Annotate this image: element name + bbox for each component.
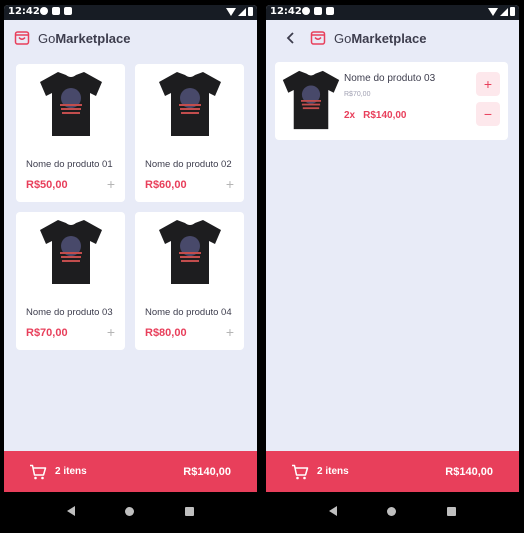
add-to-cart-icon[interactable]: +: [226, 177, 234, 191]
app-header: GoMarketplace: [266, 20, 519, 56]
app-title: GoMarketplace: [334, 30, 427, 46]
cart-total: R$140,00: [183, 465, 231, 478]
add-to-cart-icon[interactable]: +: [107, 177, 115, 191]
tshirt-image: [159, 220, 221, 284]
shopping-bag-icon: [310, 31, 326, 45]
signal-icon: [500, 7, 508, 16]
nav-home-icon[interactable]: [125, 506, 135, 516]
settings-status-icon: [40, 7, 48, 15]
signal-icon: [238, 7, 246, 16]
wifi-icon: [226, 7, 236, 16]
product-name: Nome do produto 02: [145, 159, 232, 170]
nav-back-icon[interactable]: [329, 506, 338, 516]
product-grid: Nome do produto 01 R$50,00 + Nome do pro…: [16, 64, 244, 350]
phone-cart: 12:42 GoMarketplace Nome do produto 03 R…: [266, 0, 519, 533]
product-name: Nome do produto 04: [145, 307, 232, 318]
android-nav-bar: [4, 496, 257, 526]
screen: 12:42 GoMarketplace: [4, 5, 257, 492]
add-to-cart-icon[interactable]: +: [226, 325, 234, 339]
status-time: 12:42: [8, 6, 40, 17]
cart-item: Nome do produto 03 R$70,00 2x R$140,00 +…: [275, 62, 508, 140]
sd-card-status-icon: [64, 7, 72, 15]
increment-button[interactable]: +: [476, 72, 500, 96]
product-card[interactable]: Nome do produto 02 R$60,00 +: [135, 64, 244, 202]
product-card[interactable]: Nome do produto 03 R$70,00 +: [16, 212, 125, 350]
cart-count: 2 itens: [317, 466, 349, 477]
nav-recents-icon[interactable]: [184, 506, 194, 516]
status-bar: 12:42: [266, 5, 519, 20]
product-name: Nome do produto 03: [26, 307, 113, 318]
tshirt-image: [40, 220, 102, 284]
shopping-bag-icon: [14, 31, 30, 45]
app-logo[interactable]: GoMarketplace: [14, 30, 131, 46]
cart-item-unit-price: R$70,00: [344, 91, 371, 98]
cart-item-name: Nome do produto 03: [344, 73, 436, 84]
app-header: GoMarketplace: [4, 20, 257, 56]
product-name: Nome do produto 01: [26, 159, 113, 170]
add-to-cart-icon[interactable]: +: [107, 325, 115, 339]
screen: 12:42 GoMarketplace: [266, 5, 519, 492]
cart-icon: [292, 464, 309, 479]
nav-back-icon[interactable]: [67, 506, 76, 516]
nav-recents-icon[interactable]: [446, 506, 456, 516]
cart-total: R$140,00: [445, 465, 493, 478]
product-price: R$80,00: [145, 327, 187, 339]
decrement-button[interactable]: −: [476, 102, 500, 126]
back-arrow-icon[interactable]: [284, 31, 298, 45]
settings-status-icon: [302, 7, 310, 15]
app-title: GoMarketplace: [38, 30, 131, 46]
shield-status-icon: [52, 7, 60, 15]
sd-card-status-icon: [326, 7, 334, 15]
product-card[interactable]: Nome do produto 01 R$50,00 +: [16, 64, 125, 202]
floating-cart-bar[interactable]: 2 itens R$140,00: [266, 451, 519, 492]
status-time: 12:42: [270, 6, 302, 17]
app-logo[interactable]: GoMarketplace: [310, 30, 427, 46]
status-bar: 12:42: [4, 5, 257, 20]
tshirt-image: [159, 72, 221, 136]
cart-item-subtotal: R$140,00: [363, 110, 407, 121]
product-card[interactable]: Nome do produto 04 R$80,00 +: [135, 212, 244, 350]
floating-cart-bar[interactable]: 2 itens R$140,00: [4, 451, 257, 492]
shield-status-icon: [314, 7, 322, 15]
phone-product-list: 12:42 GoMarketplace Nome do produto 01 R…: [4, 0, 257, 533]
product-price: R$60,00: [145, 179, 187, 191]
wifi-icon: [488, 7, 498, 16]
nav-home-icon[interactable]: [387, 506, 397, 516]
cart-count: 2 itens: [55, 466, 87, 477]
product-price: R$50,00: [26, 179, 68, 191]
battery-icon: [248, 7, 253, 16]
tshirt-image: [40, 72, 102, 136]
tshirt-image: [282, 70, 340, 130]
battery-icon: [510, 7, 515, 16]
cart-icon: [30, 464, 47, 479]
cart-item-quantity: 2x: [344, 110, 356, 121]
android-nav-bar: [266, 496, 519, 526]
product-price: R$70,00: [26, 327, 68, 339]
